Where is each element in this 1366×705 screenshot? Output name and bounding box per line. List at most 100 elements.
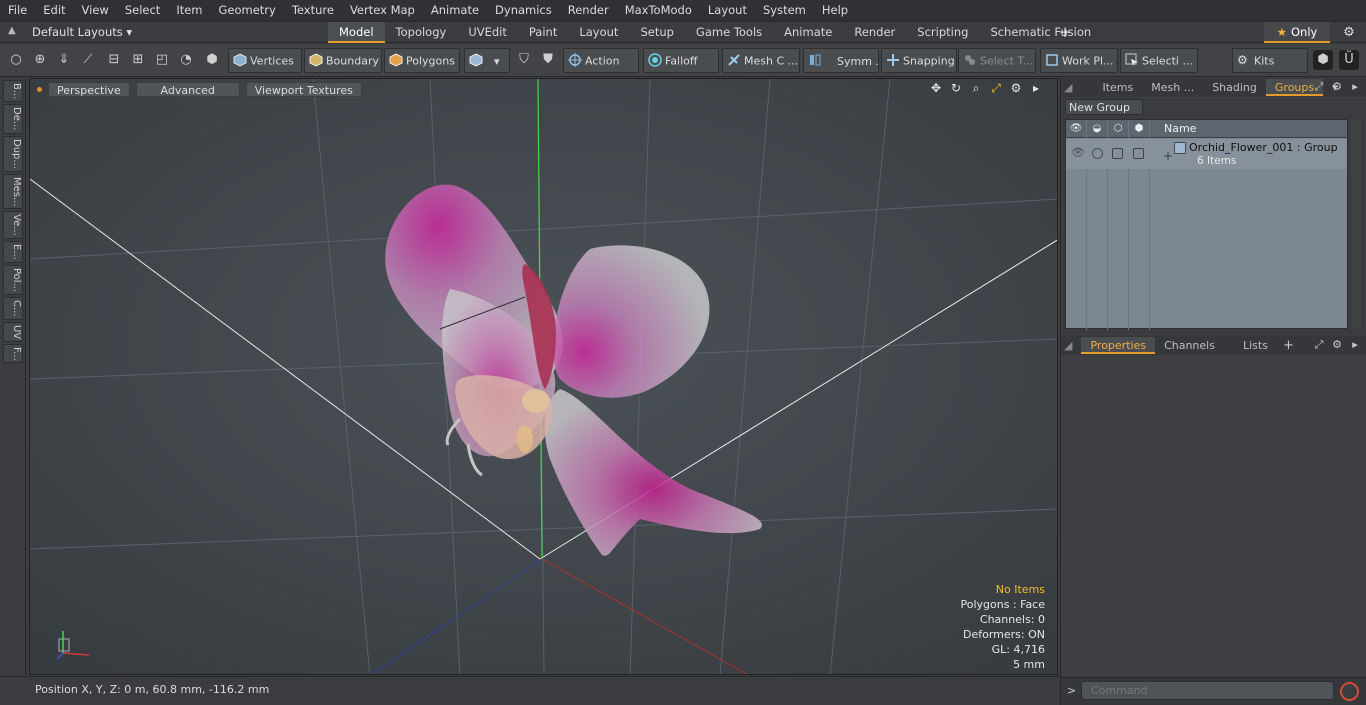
menu-animate[interactable]: Animate: [423, 0, 487, 21]
new-group-button[interactable]: New Group: [1065, 99, 1143, 115]
row-lock-checkbox[interactable]: [1112, 148, 1123, 159]
tab-scripting[interactable]: Scripting: [906, 22, 979, 43]
panel-grip-icon-2[interactable]: ◢: [1061, 337, 1075, 354]
left-tab-duplicate[interactable]: Dup...: [3, 135, 23, 172]
menu-select[interactable]: Select: [117, 0, 168, 21]
unreal-logo-icon[interactable]: Ü: [1339, 50, 1359, 70]
falloff-button[interactable]: Falloff: [643, 48, 719, 73]
menu-edit[interactable]: Edit: [35, 0, 73, 21]
tab-setup[interactable]: Setup: [629, 22, 684, 43]
tab-properties[interactable]: Properties: [1081, 337, 1156, 354]
selection-sets-button[interactable]: Selecti ...: [1120, 48, 1198, 73]
select-icon[interactable]: ⬢: [1132, 122, 1146, 136]
left-tab-deform[interactable]: De...: [3, 104, 23, 134]
render-icon[interactable]: ◒: [1090, 122, 1104, 136]
symmetry-button[interactable]: Symm ...: [803, 48, 879, 73]
material-mode-dropdown[interactable]: ▾: [464, 48, 510, 73]
tab-shading[interactable]: Shading: [1203, 79, 1266, 96]
perspective-button[interactable]: Perspective: [48, 81, 130, 97]
tab-mesh[interactable]: Mesh ...: [1142, 79, 1203, 96]
row-expand-icon[interactable]: +: [1163, 150, 1173, 162]
rotate-tool-icon[interactable]: ◔: [176, 50, 196, 70]
item-mode-icon[interactable]: ⬢: [202, 50, 222, 70]
add-tab-button[interactable]: +: [1056, 22, 1074, 43]
left-tab-mesh-edit[interactable]: Mes...: [3, 173, 23, 210]
3d-viewport[interactable]: Perspective Advanced Viewport Textures ✥…: [29, 78, 1058, 675]
tab-lists[interactable]: Lists: [1234, 337, 1277, 354]
work-plane-button[interactable]: Work Pl...: [1040, 48, 1118, 73]
orbit-icon[interactable]: ↻: [949, 81, 963, 95]
vertices-button[interactable]: Vertices: [228, 48, 302, 73]
tab-render[interactable]: Render: [843, 22, 906, 43]
command-input[interactable]: [1081, 681, 1334, 700]
menu-render[interactable]: Render: [560, 0, 617, 21]
tab-paint[interactable]: Paint: [518, 22, 568, 43]
tab-items[interactable]: Items: [1093, 79, 1142, 96]
menu-file[interactable]: File: [0, 0, 35, 21]
tab-model[interactable]: Model: [328, 22, 385, 43]
default-layouts-dropdown[interactable]: Default Layouts ▾: [32, 22, 132, 43]
action-center-button[interactable]: Action: [563, 48, 639, 73]
align-tool-icon[interactable]: ⊟: [104, 50, 124, 70]
kits-button[interactable]: ⚙ Kits: [1232, 48, 1308, 73]
globe-icon[interactable]: ⊕: [30, 50, 50, 70]
tab-schematic-fusion[interactable]: Schematic Fusion: [979, 22, 1102, 43]
pen-tool-icon[interactable]: ⇓: [54, 50, 74, 70]
left-tab-vertex[interactable]: Ve...: [3, 211, 23, 240]
tab-topology[interactable]: Topology: [385, 22, 458, 43]
menu-texture[interactable]: Texture: [284, 0, 342, 21]
gear-icon[interactable]: ⚙: [1340, 22, 1358, 43]
left-tab-polygon[interactable]: Pol...: [3, 264, 23, 295]
maximize-icon[interactable]: ⤢: [989, 81, 1003, 95]
add-tab-icon[interactable]: +: [1277, 338, 1300, 353]
properties-expand-arrow-icon[interactable]: ▸: [1349, 338, 1361, 352]
panel-grip-icon[interactable]: ◢: [1061, 79, 1075, 96]
menu-vertex-map[interactable]: Vertex Map: [342, 0, 423, 21]
select-circle-icon[interactable]: ○: [6, 50, 26, 70]
menu-geometry[interactable]: Geometry: [211, 0, 284, 21]
transform-tool-icon[interactable]: ◰: [152, 50, 172, 70]
cube-icon[interactable]: ⬢: [1313, 50, 1333, 70]
row-render-toggle[interactable]: [1092, 148, 1103, 159]
maximize-panel-icon[interactable]: ⤢: [1313, 80, 1325, 94]
tab-uvedit[interactable]: UVEdit: [457, 22, 518, 43]
left-tab-fusion[interactable]: F...: [3, 343, 23, 364]
tab-channels[interactable]: Channels: [1155, 337, 1224, 354]
visibility-eye-icon[interactable]: 👁: [1069, 122, 1083, 136]
record-macro-icon[interactable]: [1340, 682, 1359, 701]
pan-icon[interactable]: ✥: [929, 81, 943, 95]
left-tab-curve[interactable]: C...: [3, 296, 23, 320]
left-tab-edge[interactable]: E...: [3, 241, 23, 263]
group-row-orchid[interactable]: 👁 + Orchid_Flower_001 : Group 6 Items: [1066, 139, 1347, 169]
row-visibility-eye-icon[interactable]: 👁: [1071, 146, 1085, 160]
row-select-checkbox[interactable]: [1133, 148, 1144, 159]
action-center-shield-icon[interactable]: ⛊: [538, 50, 558, 70]
viewport-status-dot[interactable]: [37, 86, 42, 92]
viewport-gear-icon[interactable]: ⚙: [1009, 81, 1023, 95]
groups-scrollbar[interactable]: [1351, 119, 1361, 329]
viewport-textures-button[interactable]: Viewport Textures: [245, 81, 362, 97]
polygons-button[interactable]: Polygons: [384, 48, 460, 73]
select-through-button[interactable]: Select T...: [958, 48, 1036, 73]
menu-help[interactable]: Help: [814, 0, 856, 21]
menu-item[interactable]: Item: [168, 0, 210, 21]
name-column-header[interactable]: Name: [1164, 122, 1196, 135]
layout-collapse-icon[interactable]: ▲: [8, 25, 22, 39]
maximize-properties-icon[interactable]: ⤢: [1313, 338, 1325, 352]
menu-view[interactable]: View: [74, 0, 117, 21]
panel-expand-arrow-icon[interactable]: ▸: [1349, 80, 1361, 94]
tab-animate[interactable]: Animate: [773, 22, 843, 43]
lock-icon[interactable]: ⬡: [1111, 122, 1125, 136]
menu-maxtomodo[interactable]: MaxToModo: [617, 0, 700, 21]
brush-tool-icon[interactable]: ⟋: [78, 50, 98, 70]
properties-gear-icon[interactable]: ⚙: [1331, 338, 1343, 352]
viewport-expand-arrow-icon[interactable]: ▸: [1029, 81, 1043, 95]
only-button[interactable]: ★ Only: [1264, 22, 1330, 43]
tab-game-tools[interactable]: Game Tools: [685, 22, 773, 43]
mesh-constraints-button[interactable]: Mesh C ...: [722, 48, 800, 73]
command-arrow-icon[interactable]: >: [1067, 684, 1076, 697]
boundary-button[interactable]: Boundary: [304, 48, 382, 73]
left-tab-uv[interactable]: UV: [3, 321, 23, 342]
symmetry-shield-icon[interactable]: ⛉: [514, 50, 534, 70]
tab-layout[interactable]: Layout: [568, 22, 629, 43]
